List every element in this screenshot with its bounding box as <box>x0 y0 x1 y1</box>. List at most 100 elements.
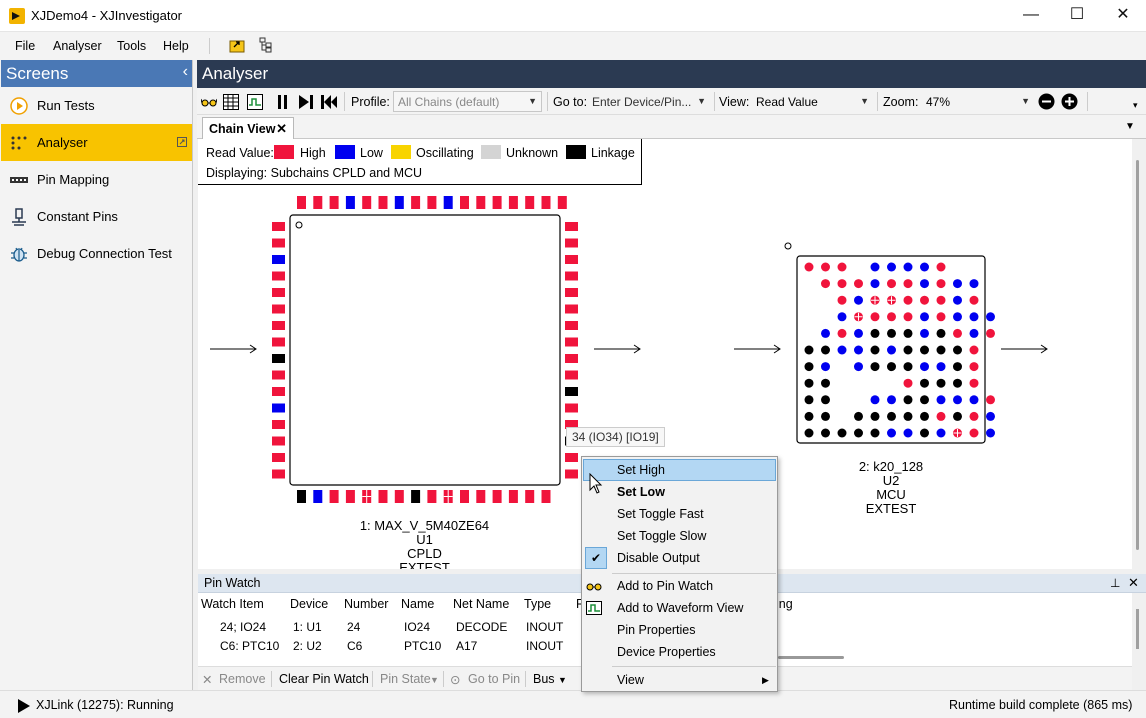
ball[interactable] <box>870 345 880 355</box>
pin[interactable] <box>565 403 578 413</box>
column-header[interactable]: Name <box>401 597 434 611</box>
goto-input[interactable]: Enter Device/Pin... ▼ <box>587 91 711 112</box>
ball[interactable] <box>903 362 913 372</box>
pin[interactable] <box>565 453 578 462</box>
ball[interactable] <box>854 345 863 355</box>
waveform-icon[interactable] <box>247 94 263 110</box>
menu-file[interactable]: File <box>15 39 35 53</box>
ball[interactable] <box>986 428 995 438</box>
ball[interactable] <box>986 328 995 338</box>
ball[interactable] <box>903 428 913 438</box>
ball[interactable] <box>821 362 830 372</box>
pin1-marker[interactable] <box>295 221 303 229</box>
ball[interactable] <box>953 328 962 338</box>
pin[interactable] <box>362 196 372 209</box>
pin[interactable] <box>272 436 285 446</box>
pin[interactable] <box>272 337 285 347</box>
ball[interactable] <box>887 362 896 372</box>
goto-pin-button[interactable]: Go to Pin <box>468 672 520 686</box>
ball[interactable] <box>936 428 946 438</box>
ball[interactable] <box>920 378 929 388</box>
ball[interactable] <box>953 345 962 355</box>
pin[interactable] <box>525 490 535 503</box>
ball[interactable] <box>821 428 830 438</box>
ball[interactable] <box>887 395 896 405</box>
ball[interactable] <box>804 411 814 421</box>
ball[interactable] <box>903 345 913 355</box>
close-icon[interactable]: ✕ <box>1128 575 1139 591</box>
pin[interactable] <box>508 490 518 503</box>
pin[interactable] <box>476 196 486 209</box>
pin[interactable] <box>565 255 578 264</box>
ball[interactable] <box>854 279 863 289</box>
glasses-icon[interactable] <box>201 95 217 111</box>
close-icon[interactable]: ✕ <box>276 121 287 137</box>
grid-table-icon[interactable] <box>223 94 239 110</box>
menu-item-set-toggle-fast[interactable]: Set Toggle Fast <box>617 507 704 521</box>
ball[interactable] <box>821 395 830 405</box>
column-header[interactable]: Watch Item <box>201 597 264 611</box>
ball[interactable] <box>969 362 979 372</box>
pin[interactable] <box>272 387 285 396</box>
pin[interactable] <box>492 490 502 503</box>
pin[interactable] <box>272 453 285 462</box>
pin[interactable] <box>557 196 567 209</box>
ball[interactable] <box>920 312 929 322</box>
ball[interactable] <box>920 262 929 272</box>
pin[interactable] <box>541 490 551 503</box>
ball[interactable] <box>821 279 830 289</box>
pin1-marker[interactable] <box>784 242 792 250</box>
pin[interactable] <box>565 354 578 363</box>
step-forward-icon[interactable] <box>298 94 314 110</box>
menu-item-add-pin-watch[interactable]: Add to Pin Watch <box>617 579 713 593</box>
pin-state-button[interactable]: Pin State <box>380 672 431 686</box>
minimize-button[interactable]: — <box>1008 0 1054 32</box>
menu-item-disable-output[interactable]: Disable Output <box>617 551 700 565</box>
ball[interactable] <box>804 345 814 355</box>
menu-item-pin-properties[interactable]: Pin Properties <box>617 623 696 637</box>
pin[interactable] <box>443 196 453 209</box>
ball[interactable] <box>804 428 814 438</box>
ball[interactable] <box>936 312 946 322</box>
column-header[interactable]: Type <box>524 597 551 611</box>
pin[interactable] <box>460 490 469 503</box>
pin[interactable] <box>460 196 469 209</box>
ball[interactable] <box>821 378 830 388</box>
pin[interactable] <box>345 196 355 209</box>
pin[interactable] <box>272 420 285 429</box>
ball[interactable] <box>953 312 962 322</box>
ball[interactable] <box>936 328 946 338</box>
ball[interactable] <box>953 411 962 421</box>
ball[interactable] <box>986 395 995 405</box>
menu-item-add-waveform-view[interactable]: Add to Waveform View <box>617 601 743 615</box>
ball[interactable] <box>903 312 913 322</box>
tab-chain-view[interactable]: Chain View ✕ <box>202 117 294 140</box>
pin-watch-scrollbar[interactable] <box>1132 593 1146 666</box>
pin[interactable] <box>313 196 323 209</box>
pin[interactable] <box>394 490 404 503</box>
ball[interactable] <box>821 411 830 421</box>
pin[interactable] <box>427 490 437 503</box>
ball[interactable] <box>804 262 814 272</box>
ball[interactable] <box>936 395 946 405</box>
ball[interactable] <box>969 378 979 388</box>
menu-item-set-high[interactable]: Set High <box>617 463 665 477</box>
pin[interactable] <box>297 196 306 209</box>
pin[interactable] <box>297 490 306 503</box>
toolbar-overflow-icon[interactable]: ▾ <box>1133 100 1138 111</box>
column-header[interactable]: Number <box>344 597 388 611</box>
ball[interactable] <box>920 279 929 289</box>
profile-select[interactable]: All Chains (default) ▼ <box>393 91 542 112</box>
pin[interactable] <box>345 490 355 503</box>
remove-button[interactable]: Remove <box>219 672 266 686</box>
ball[interactable] <box>804 395 814 405</box>
view-select[interactable]: Read Value ▼ <box>751 91 874 112</box>
ball[interactable] <box>986 312 995 322</box>
ball[interactable] <box>837 262 847 272</box>
pin[interactable] <box>525 196 535 209</box>
pin[interactable] <box>565 469 578 479</box>
pin[interactable] <box>272 469 285 479</box>
close-button[interactable]: ✕ <box>1100 0 1146 32</box>
pin-icon[interactable]: ⊥ <box>1110 576 1120 590</box>
ball[interactable] <box>870 262 880 272</box>
